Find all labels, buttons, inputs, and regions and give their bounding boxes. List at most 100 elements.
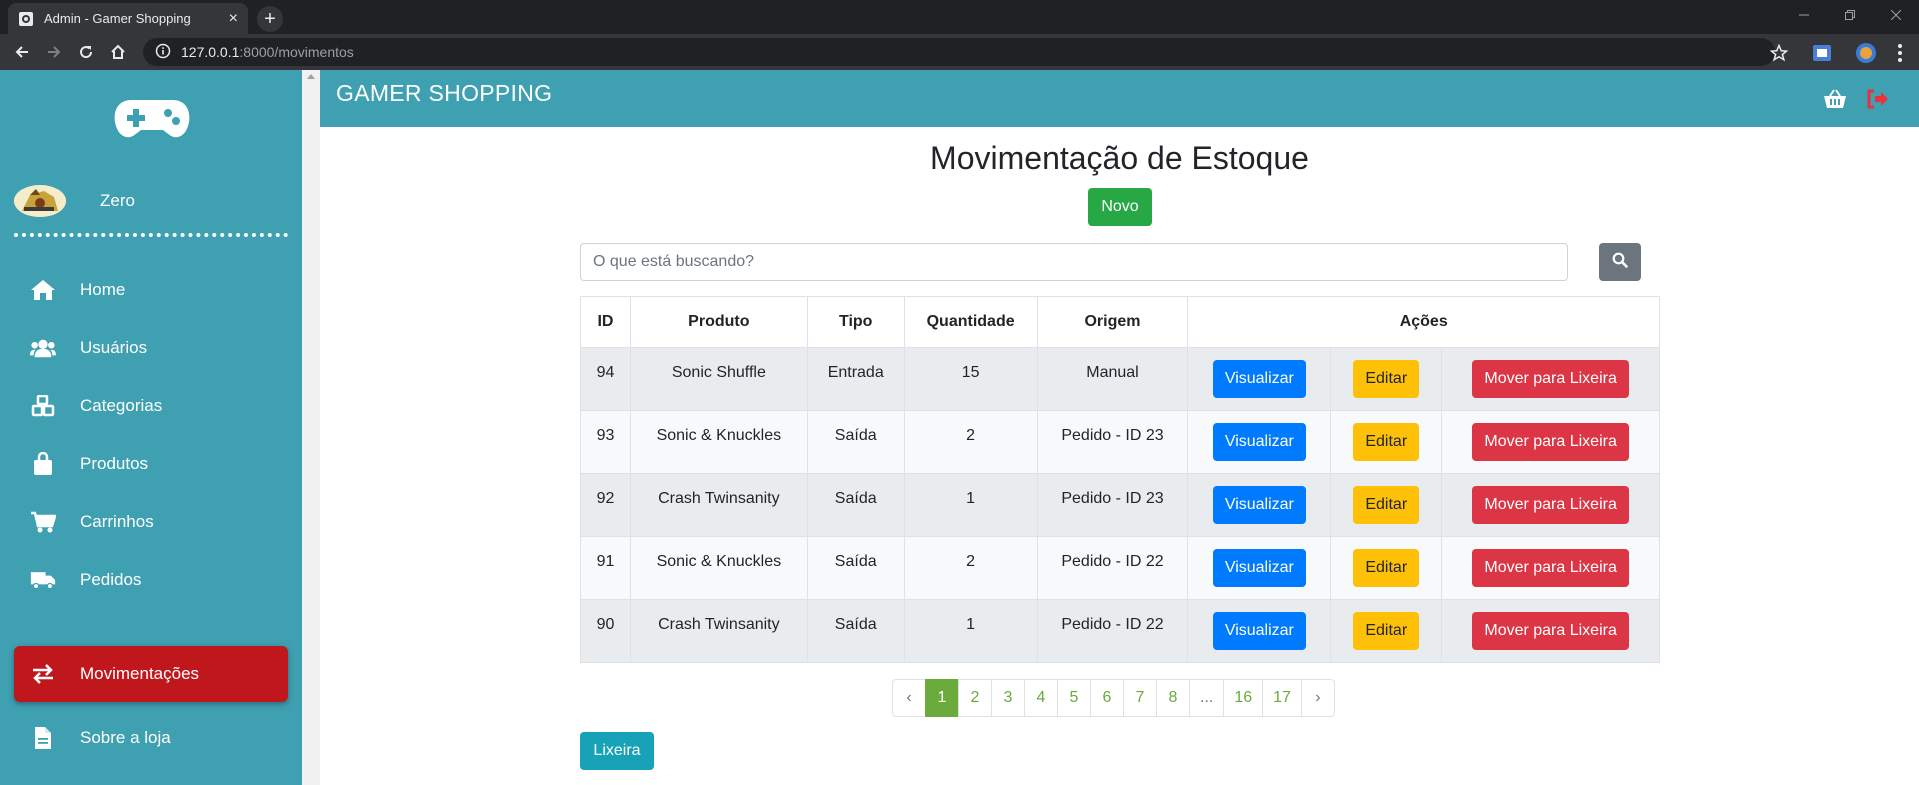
trash-button[interactable]: Lixeira	[580, 732, 654, 770]
reload-icon[interactable]	[72, 38, 100, 66]
extension-icon[interactable]	[1811, 42, 1833, 64]
pagination-page[interactable]: 4	[1024, 679, 1058, 717]
logout-icon[interactable]	[1865, 86, 1891, 112]
shopping-bag-icon	[30, 451, 56, 477]
pagination-ellipsis: ...	[1189, 679, 1225, 717]
view-button[interactable]: Visualizar	[1212, 423, 1306, 461]
cell-id: 90	[580, 599, 631, 663]
view-button[interactable]: Visualizar	[1212, 612, 1306, 650]
sidebar-item-label: Sobre a loja	[80, 728, 171, 747]
edit-button[interactable]: Editar	[1353, 612, 1420, 650]
view-button[interactable]: Visualizar	[1212, 486, 1306, 524]
sidebar-item-movimentacoes[interactable]: Movimentações	[14, 646, 288, 702]
sidebar-item-produtos[interactable]: Produtos	[14, 436, 288, 492]
pagination-page[interactable]: 7	[1123, 679, 1157, 717]
cell-tipo: Saída	[806, 599, 905, 663]
scrollbar[interactable]	[302, 70, 320, 785]
cart-icon	[30, 509, 56, 535]
tab-close-icon[interactable]: ×	[229, 10, 238, 28]
cell-produto: Crash Twinsanity	[629, 473, 808, 537]
table-row: 93 Sonic & Knuckles Saída 2 Pedido - ID …	[580, 410, 1660, 474]
exchange-icon	[30, 661, 56, 687]
brand-title[interactable]: GAMER SHOPPING	[336, 80, 552, 107]
pagination-page[interactable]: 5	[1057, 679, 1091, 717]
profile-avatar-icon[interactable]	[1855, 42, 1877, 64]
info-icon[interactable]	[155, 43, 173, 61]
cell-tipo: Saída	[806, 536, 905, 600]
sidebar-item-label: Categorias	[80, 396, 163, 415]
sidebar-item-label: Usuários	[80, 338, 148, 357]
home-browser-icon[interactable]	[104, 38, 132, 66]
sidebar-item-categorias[interactable]: Categorias	[14, 378, 288, 434]
move-to-trash-button[interactable]: Mover para Lixeira	[1472, 549, 1629, 587]
cubes-icon	[30, 393, 56, 419]
file-icon	[30, 725, 56, 751]
sidebar-item-pedidos[interactable]: Pedidos	[14, 552, 288, 608]
edit-button[interactable]: Editar	[1353, 549, 1420, 587]
cell-origem: Pedido - ID 22	[1036, 536, 1189, 600]
address-bar[interactable]: 127.0.0.1:8000/movimentos	[143, 38, 1775, 66]
search-input[interactable]	[580, 243, 1568, 281]
forward-arrow-icon[interactable]	[40, 38, 68, 66]
user-profile[interactable]: Zero	[14, 185, 135, 217]
table-row: 90 Crash Twinsanity Saída 1 Pedido - ID …	[580, 599, 1660, 663]
column-header[interactable]: Tipo	[806, 296, 905, 348]
browser-tab[interactable]: Admin - Gamer Shopping ×	[8, 3, 248, 34]
sidebar-item-usuarios[interactable]: Usuários	[14, 320, 288, 376]
sidebar: Zero Home Usuários Categorias Produtos C…	[0, 70, 302, 785]
scroll-up-arrow-icon[interactable]	[307, 74, 315, 79]
cell-produto: Crash Twinsanity	[629, 599, 808, 663]
home-icon	[30, 277, 56, 303]
cell-produto: Sonic Shuffle	[629, 347, 808, 411]
search-button[interactable]	[1599, 243, 1641, 281]
browser-menu-icon[interactable]	[1895, 42, 1905, 64]
pagination-page-current[interactable]: 1	[925, 679, 959, 717]
pagination-page[interactable]: 17	[1262, 679, 1302, 717]
basket-icon[interactable]	[1822, 86, 1848, 112]
view-button[interactable]: Visualizar	[1212, 549, 1306, 587]
move-to-trash-button[interactable]: Mover para Lixeira	[1472, 612, 1629, 650]
divider	[14, 233, 288, 237]
column-header: Ações	[1187, 296, 1660, 348]
edit-button[interactable]: Editar	[1353, 423, 1420, 461]
pagination-page[interactable]: 8	[1156, 679, 1190, 717]
move-to-trash-button[interactable]: Mover para Lixeira	[1472, 486, 1629, 524]
user-name: Zero	[100, 191, 135, 210]
pagination-page[interactable]: 6	[1090, 679, 1124, 717]
move-to-trash-button[interactable]: Mover para Lixeira	[1472, 423, 1629, 461]
column-header[interactable]: Produto	[629, 296, 808, 348]
table-row: 91 Sonic & Knuckles Saída 2 Pedido - ID …	[580, 536, 1660, 600]
cell-id: 91	[580, 536, 631, 600]
new-button[interactable]: Novo	[1088, 188, 1152, 226]
column-header[interactable]: ID	[580, 296, 631, 348]
sidebar-item-sobre[interactable]: Sobre a loja	[14, 710, 288, 766]
search-icon	[1612, 252, 1628, 273]
column-header[interactable]: Quantidade	[903, 296, 1038, 348]
cell-origem: Manual	[1036, 347, 1189, 411]
cell-origem: Pedido - ID 23	[1036, 410, 1189, 474]
cell-quantidade: 15	[903, 347, 1038, 411]
cell-id: 93	[580, 410, 631, 474]
pagination-page[interactable]: 3	[991, 679, 1025, 717]
minimize-icon[interactable]	[1781, 0, 1827, 30]
sidebar-item-home[interactable]: Home	[14, 262, 288, 318]
sidebar-item-label: Movimentações	[80, 664, 200, 683]
pagination-next[interactable]: ›	[1300, 679, 1335, 717]
move-to-trash-button[interactable]: Mover para Lixeira	[1472, 360, 1629, 398]
cell-origem: Pedido - ID 23	[1036, 473, 1189, 537]
gamepad-logo-icon[interactable]	[113, 98, 191, 145]
new-tab-button[interactable]: +	[257, 6, 283, 32]
window-close-icon[interactable]	[1873, 0, 1919, 30]
view-button[interactable]: Visualizar	[1212, 360, 1306, 398]
bookmark-star-icon[interactable]	[1769, 43, 1789, 67]
pagination-prev[interactable]: ‹	[892, 679, 926, 717]
edit-button[interactable]: Editar	[1353, 486, 1420, 524]
pagination-page[interactable]: 16	[1223, 679, 1264, 717]
restore-icon[interactable]	[1827, 0, 1873, 30]
sidebar-item-carrinhos[interactable]: Carrinhos	[14, 494, 288, 550]
column-header[interactable]: Origem	[1036, 296, 1189, 348]
pagination-page[interactable]: 2	[958, 679, 992, 717]
back-arrow-icon[interactable]	[8, 38, 36, 66]
edit-button[interactable]: Editar	[1353, 360, 1420, 398]
cell-quantidade: 2	[903, 536, 1038, 600]
